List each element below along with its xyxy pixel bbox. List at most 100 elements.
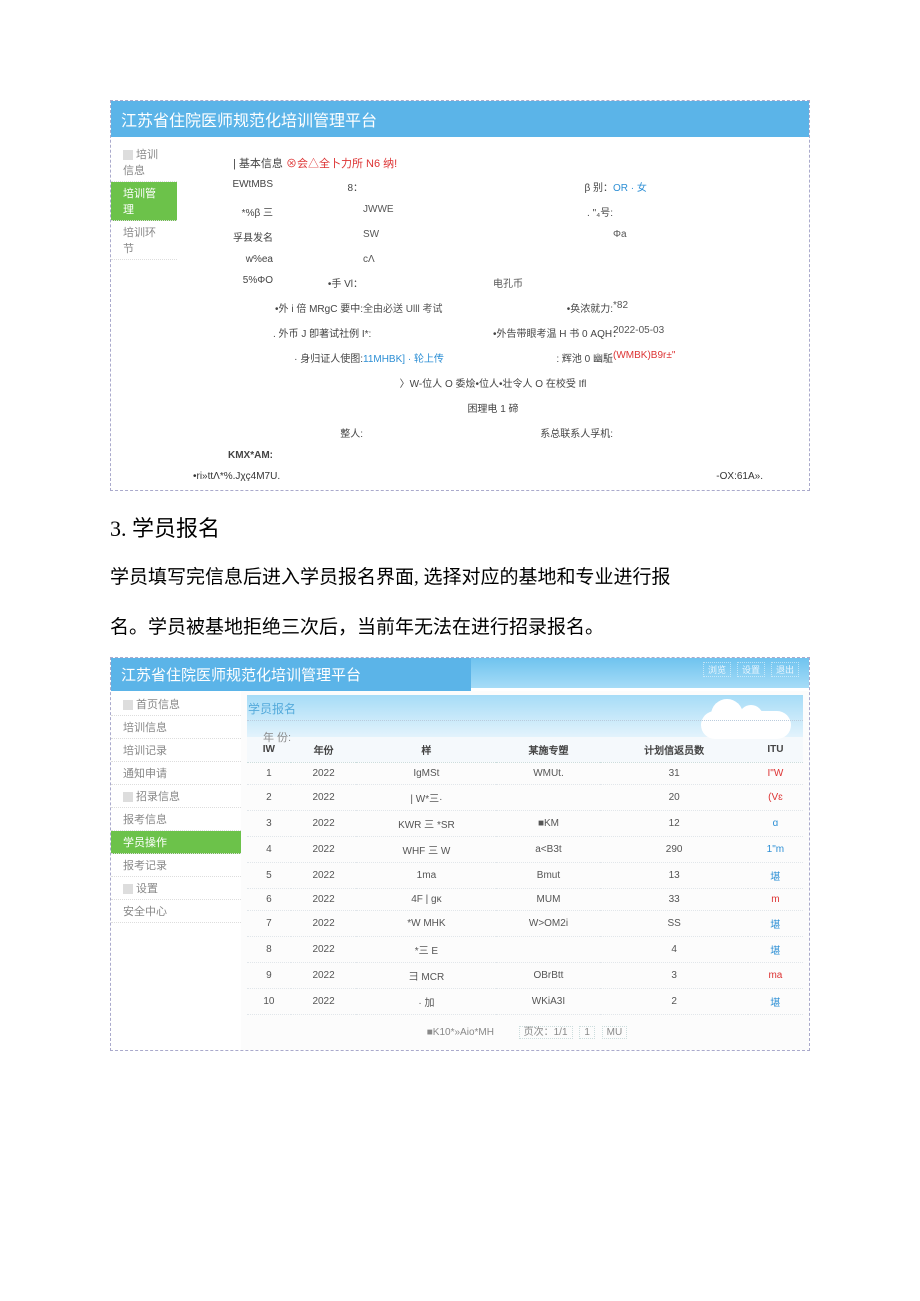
fld-m4: -OX:61A». [716,471,763,482]
pager-info: 页次：1/1 [519,1026,573,1039]
top-tab-2[interactable]: 设置 [737,662,765,677]
cell-d: MUM [496,888,600,910]
val-e4: 电孔币 [493,275,613,290]
sb2-g3-i0[interactable]: 安全中心 [111,900,241,923]
table-row: 32022KWR 三 *SR■KM12ɑ [247,810,803,836]
cell-e: 290 [600,836,747,862]
cell-n: 1 [247,762,291,784]
cell-n: 9 [247,962,291,988]
sb2-g3[interactable]: 设置 [111,877,241,900]
fld-h4: : 辉池 0 幽駈 [493,350,613,365]
fld-d1: w%ea [183,254,273,265]
cell-e: SS [600,910,747,936]
cell-e: 13 [600,862,747,888]
menu-icon [123,700,133,710]
sidebar-sub[interactable]: 培训环节 [111,221,177,260]
cell-y: 2022 [291,762,357,784]
sidebar-cat[interactable]: 培训信息 [111,143,177,182]
section-heading: 3. 学员报名 [110,511,810,543]
cell-y: 2022 [291,962,357,988]
op-link[interactable]: 1"m [748,836,803,862]
val-gender[interactable]: OR · 女 [613,179,713,194]
cell-c: KWR 三 *SR [356,810,496,836]
cell-e: 4 [600,936,747,962]
cell-n: 6 [247,888,291,910]
fld-e2: •手 Vl： [273,275,363,290]
cell-d [496,784,600,810]
table-row: 92022彐 MCROBrBtt3ma [247,962,803,988]
cell-e: 20 [600,784,747,810]
fld-l1: KMX*AM: [183,450,273,461]
top-tab-3[interactable]: 退出 [771,662,799,677]
cell-y: 2022 [291,836,357,862]
fld-b1: *%β 三 [183,204,273,219]
op-link[interactable]: 堪 [748,862,803,888]
sb2-g0[interactable]: 首页信息 [111,693,241,716]
table-row: 42022WHF 三 Wa<B3t2901"m [247,836,803,862]
cell-n: 4 [247,836,291,862]
op-link[interactable]: m [748,888,803,910]
form-panel: | 基本信息 ⊗会△全卜力所 N6 纳! ΕWtMBS 8： β 别： OR ·… [177,137,809,490]
cell-e: 12 [600,810,747,836]
sb2-g2-i0[interactable]: 报考记录 [111,854,241,877]
val-c3: SW [363,229,493,244]
op-link[interactable]: 堪 [748,988,803,1014]
signup-table: IW 年份 样 某施专塑 计划信返员数 ITU 12022IgMStWMUt.3… [247,737,803,1015]
cell-y: 2022 [291,810,357,836]
fld-g4: •外告带眼考温 H 书 0 AQH： [493,325,613,340]
val-c5: Φa [613,229,713,244]
info-row: 困理电 1 碲 [183,400,803,415]
sb2-g0-i0[interactable]: 培训信息 [111,716,241,739]
op-link[interactable]: ɑ [748,810,803,836]
cell-e: 31 [600,762,747,784]
cell-y: 2022 [291,936,357,962]
screenshot-basic-info: 江苏省住院医师规范化培训管理平台 培训信息 培训管理 培训环节 | 基本信息 ⊗… [110,100,810,491]
sb2-g1-i0[interactable]: 报考信息 [111,808,241,831]
cell-d: W>OM2i [496,910,600,936]
op-link[interactable]: 堪 [748,936,803,962]
cell-y: 2022 [291,888,357,910]
screenshot-signup: 江苏省住院医师规范化培训管理平台 浏览 设置 退出 首页信息 培训信息 培训记录… [110,657,810,1051]
cell-d: OBrBtt [496,962,600,988]
table-row: 12022IgMStWMUt.31I"W [247,762,803,784]
pager-page[interactable]: 1 [579,1026,595,1039]
sb2-g0-i1[interactable]: 培训记录 [111,739,241,762]
menu-icon [123,792,133,802]
op-link[interactable]: ma [748,962,803,988]
fld-k2: 整人: [273,425,363,440]
upload-link[interactable]: 11MHBK] · 轮上传 [363,350,493,365]
cell-d: a<B3t [496,836,600,862]
section-title: 学员报名 [247,697,803,721]
pager-go[interactable]: MU [602,1026,628,1039]
app-title-bar-2: 江苏省住院医师规范化培训管理平台 [111,658,471,691]
radio-row[interactable]: 〉W-位人 O 委烩•位人•壮令人 O 在校受 Ifl [183,375,803,390]
table-row: 82022*三 E4堪 [247,936,803,962]
fld-m1: •ri»ttΛ*%.Jχç4M7U. [193,471,280,482]
fld-f2: •外 i 倍 MRgC 要中: [273,300,363,315]
cell-c: *W MHK [356,910,496,936]
cell-n: 7 [247,910,291,936]
fld-g2: . 外币 J 卽著试社例 I*: [273,325,363,340]
val-f5: *82 [613,300,713,315]
fld-c1: 孚县发名 [183,229,273,244]
header-sky: 浏览 设置 退出 [471,658,809,688]
fld-b4: . "₄号: [493,204,613,219]
cell-d: Bmut [496,862,600,888]
val-g5: 2022-05-03 [613,325,713,340]
menu-icon [123,150,133,160]
sb2-g0-i2[interactable]: 通知申请 [111,762,241,785]
cell-c: | W*三· [356,784,496,810]
sidebar-item-active[interactable]: 培训管理 [111,182,177,221]
fld-a4: β 别： [493,179,613,194]
op-link[interactable]: 堪 [748,910,803,936]
cell-c: · 加 [356,988,496,1014]
sb2-active[interactable]: 学员操作 [111,831,241,854]
cell-n: 10 [247,988,291,1014]
sb2-g1[interactable]: 招录信息 [111,785,241,808]
sidebar-2: 首页信息 培训信息 培训记录 通知申请 招录信息 报考信息 学员操作 报考记录 … [111,691,241,1050]
top-tab-1[interactable]: 浏览 [703,662,731,677]
fld-a2: 8： [273,179,363,194]
op-link[interactable]: (Vɛ [748,784,803,810]
table-row: 102022· 加WKiA3I2堪 [247,988,803,1014]
op-link[interactable]: I"W [748,762,803,784]
